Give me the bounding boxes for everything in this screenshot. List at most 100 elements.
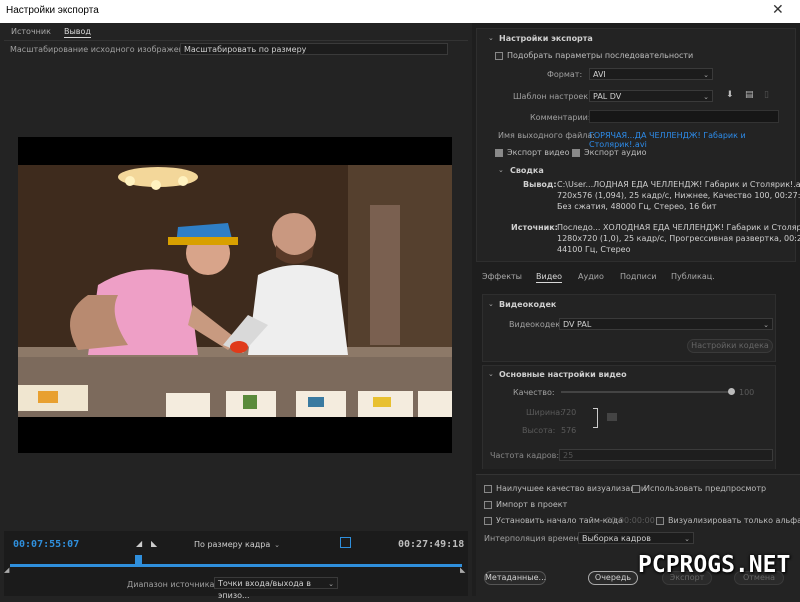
export-settings-header: Настройки экспорта (499, 34, 593, 43)
fit-dropdown[interactable]: По размеру кадра ⌄ (190, 538, 284, 550)
max-quality-label: Наилучшее качество визуализации (496, 484, 647, 493)
export-video-label: Экспорт видео (507, 148, 570, 157)
tab-effects[interactable]: Эффекты (482, 272, 522, 281)
export-audio-checkbox[interactable] (572, 149, 580, 157)
collapse-icon[interactable]: ⌄ (488, 370, 494, 378)
video-frame-image (18, 165, 452, 417)
end-timecode: 00:27:49:18 (398, 539, 465, 550)
tab-video[interactable]: Видео (536, 272, 563, 283)
chevron-down-icon: ⌄ (763, 321, 769, 329)
scaling-value: Масштабировать по размеру (184, 45, 307, 54)
queue-button[interactable]: Очередь (588, 571, 638, 585)
metadata-button[interactable]: Метаданные... (484, 571, 546, 585)
output-file-link[interactable]: ГОРЯЧАЯ...ДА ЧЕЛЛЕНДЖ! Габарик и Столяри… (589, 131, 795, 149)
summary-source-label: Источник: (511, 223, 558, 232)
collapse-icon[interactable]: ⌄ (498, 166, 504, 174)
chevron-down-icon: ⌄ (684, 535, 690, 543)
fit-value: По размеру кадра (194, 540, 271, 549)
settings-tabs: Эффекты Видео Аудио Подписи Публикац. (476, 267, 796, 285)
basic-video-panel: ⌄ Основные настройки видео Качество: 100… (482, 365, 776, 469)
set-start-tc-label: Установить начало тайм-кода (496, 516, 623, 525)
width-value: 720 (561, 408, 577, 417)
mark-in-icon[interactable]: ◢ (136, 539, 142, 548)
scaling-dropdown[interactable]: Масштабировать по размеру (180, 43, 448, 55)
video-codec-dropdown[interactable]: DV PAL ⌄ (559, 318, 773, 330)
link-bracket (593, 408, 598, 428)
chevron-down-icon: ⌄ (703, 71, 709, 79)
chevron-down-icon: ⌄ (703, 93, 709, 101)
chain-link-icon[interactable] (607, 413, 617, 421)
watermark: PCPROGS.NET (638, 552, 791, 578)
start-tc-value[interactable]: 00:00:00:00 (606, 516, 655, 525)
match-sequence-checkbox[interactable] (495, 52, 503, 60)
video-codec-header: Видеокодек (499, 300, 557, 309)
video-codec-value: DV PAL (563, 320, 592, 329)
quality-slider-thumb[interactable] (728, 388, 735, 395)
summary-source-line: 44100 Гц, Стерео (557, 245, 631, 254)
export-settings-panel: ⌄ Настройки экспорта Подобрать параметры… (476, 28, 800, 262)
scaling-label: Масштабирование исходного изображения: (10, 45, 197, 54)
summary-output-line: 720x576 (1,094), 25 кадр/с, Нижнее, Каче… (557, 191, 800, 200)
range-label: Диапазон источника: (127, 580, 218, 589)
format-label: Формат: (547, 70, 583, 79)
summary-output-label: Вывод: (523, 180, 557, 189)
collapse-icon[interactable]: ⌄ (488, 300, 494, 308)
collapse-icon[interactable]: ⌄ (488, 34, 494, 42)
export-video-checkbox[interactable] (495, 149, 503, 157)
import-project-checkbox[interactable] (484, 501, 492, 509)
export-audio-label: Экспорт аудио (584, 148, 647, 157)
divider (4, 40, 468, 41)
basic-video-header: Основные настройки видео (499, 370, 627, 379)
video-codec-label: Видеокодек: (509, 320, 563, 329)
width-label: Ширина: (526, 408, 563, 417)
summary-output-line: Без сжатия, 48000 Гц, Стерео, 16 бит (557, 202, 717, 211)
codec-settings-button[interactable]: Настройки кодека (687, 339, 773, 353)
max-quality-checkbox[interactable] (484, 485, 492, 493)
alpha-only-checkbox[interactable] (656, 517, 664, 525)
close-icon[interactable]: ✕ (772, 2, 784, 18)
fps-label: Частота кадров: (490, 451, 560, 460)
save-preset-icon[interactable]: ⬇ (726, 90, 734, 100)
in-point-icon[interactable]: ◢ (4, 566, 9, 574)
video-frame-picture (18, 165, 452, 417)
quality-value: 100 (739, 388, 755, 397)
chevron-down-icon: ⌄ (274, 541, 280, 549)
playhead[interactable] (135, 555, 142, 564)
match-sequence-label: Подобрать параметры последовательности (507, 51, 694, 60)
timeline-track[interactable] (10, 564, 462, 567)
range-dropdown[interactable]: Точки входа/выхода в эпизо... ⌄ (214, 577, 338, 600)
preset-dropdown[interactable]: PAL DV ⌄ (589, 90, 713, 102)
current-timecode[interactable]: 00:07:55:07 (13, 539, 79, 550)
use-previews-checkbox[interactable] (632, 485, 640, 493)
video-preview (18, 137, 452, 453)
preset-label: Шаблон настроек: (513, 92, 591, 101)
format-value: AVI (593, 70, 606, 79)
crop-icon[interactable] (340, 537, 351, 548)
tab-output[interactable]: Вывод (64, 27, 91, 38)
format-dropdown[interactable]: AVI ⌄ (589, 68, 713, 80)
summary-source-line: 1280x720 (1,0), 25 кадр/с, Прогрессивная… (557, 234, 800, 243)
comment-input[interactable] (589, 110, 779, 123)
tab-audio[interactable]: Аудио (578, 272, 604, 281)
mark-out-icon[interactable]: ◣ (151, 539, 157, 548)
chevron-down-icon: ⌄ (328, 580, 334, 588)
out-point-icon[interactable]: ◣ (460, 566, 465, 574)
quality-label: Качество: (513, 388, 555, 397)
preset-value: PAL DV (593, 92, 622, 101)
set-start-tc-checkbox[interactable] (484, 517, 492, 525)
time-interp-dropdown[interactable]: Выборка кадров ⌄ (578, 532, 694, 544)
output-name-label: Имя выходного файла: (498, 131, 595, 140)
import-preset-icon[interactable]: ▤ (745, 90, 754, 100)
tab-captions[interactable]: Подписи (620, 272, 656, 281)
tab-source[interactable]: Источник (11, 27, 51, 36)
summary-output-line: C:\User...ЛОДНАЯ ЕДА ЧЕЛЛЕНДЖ! Габарик и… (557, 180, 800, 189)
quality-slider[interactable] (561, 391, 731, 393)
fps-dropdown[interactable]: 25 (559, 449, 773, 461)
height-value: 576 (561, 426, 577, 435)
tab-publish[interactable]: Публикац. (671, 272, 715, 281)
delete-preset-icon[interactable]: ▯ (764, 90, 769, 100)
time-interp-value: Выборка кадров (582, 534, 651, 543)
alpha-only-label: Визуализировать только альфа-кан (668, 516, 800, 525)
title-bar: Настройки экспорта ✕ (0, 0, 800, 24)
summary-source-line: Последо... ХОЛОДНАЯ ЕДА ЧЕЛЛЕНДЖ! Габари… (557, 223, 800, 232)
